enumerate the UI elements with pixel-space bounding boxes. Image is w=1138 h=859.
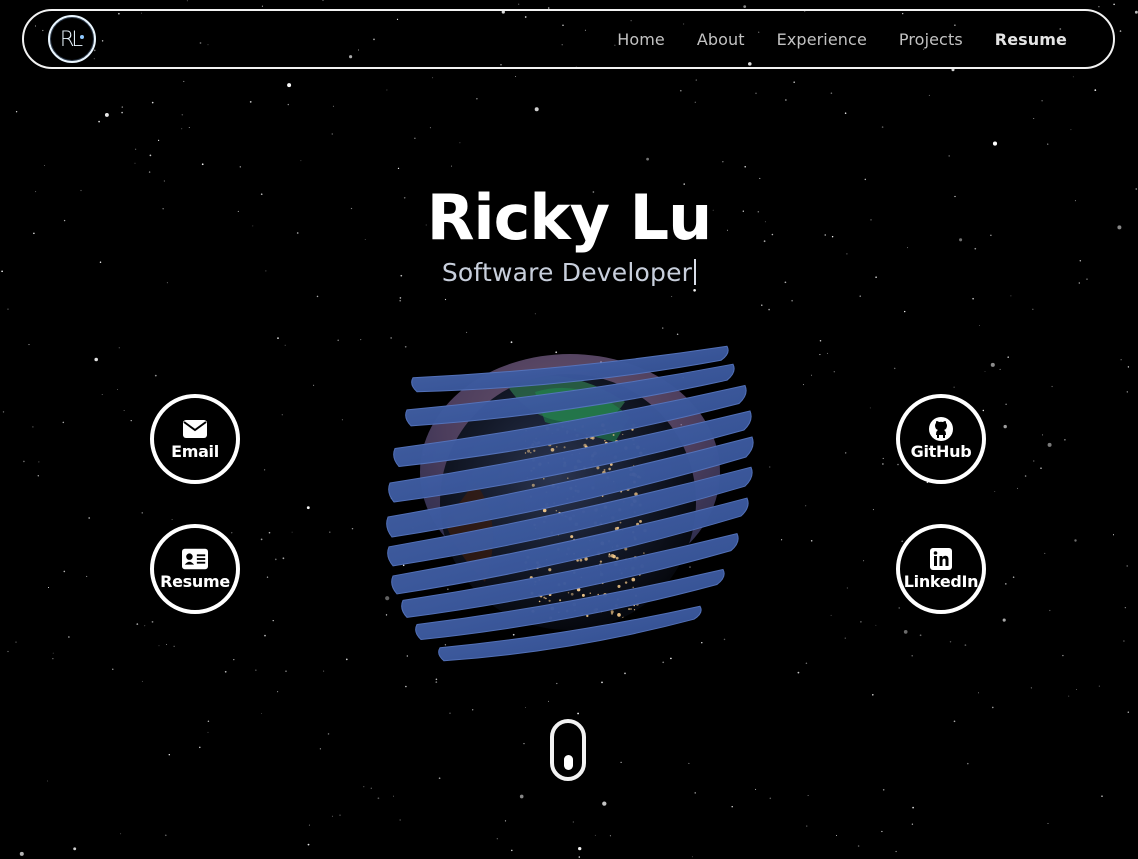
email-button[interactable]: Email <box>150 394 240 484</box>
linkedin-label: LinkedIn <box>903 571 979 591</box>
hero-role-line: Software Developer <box>0 258 1138 287</box>
email-label: Email <box>171 441 219 461</box>
resume-label: Resume <box>160 571 230 591</box>
github-icon <box>928 416 954 441</box>
logo-dot <box>80 35 84 39</box>
navbar: RL Home About Experience Projects Resume <box>22 9 1115 69</box>
github-label: GitHub <box>910 441 972 461</box>
nav-link-projects[interactable]: Projects <box>899 30 963 49</box>
scroll-wheel-dot <box>564 755 573 770</box>
envelope-icon <box>182 418 208 440</box>
hero-name: Ricky Lu <box>426 181 713 254</box>
typing-caret <box>694 259 697 285</box>
globe-illustration <box>386 345 754 662</box>
nav-link-about[interactable]: About <box>697 30 745 49</box>
hero-role: Software Developer <box>441 258 693 287</box>
globe-3d[interactable] <box>385 322 755 687</box>
logo-text: RL <box>59 27 83 51</box>
resume-button[interactable]: Resume <box>150 524 240 614</box>
github-button[interactable]: GitHub <box>896 394 986 484</box>
nav-links: Home About Experience Projects Resume <box>617 30 1067 49</box>
id-card-icon <box>182 548 208 570</box>
nav-link-resume[interactable]: Resume <box>995 30 1067 49</box>
linkedin-button[interactable]: LinkedIn <box>896 524 986 614</box>
page: RL Home About Experience Projects Resume… <box>0 0 1138 859</box>
logo[interactable]: RL <box>48 15 96 63</box>
nav-link-home[interactable]: Home <box>617 30 665 49</box>
linkedin-icon <box>928 547 954 570</box>
scroll-down-indicator[interactable] <box>550 719 586 781</box>
nav-link-experience[interactable]: Experience <box>777 30 867 49</box>
